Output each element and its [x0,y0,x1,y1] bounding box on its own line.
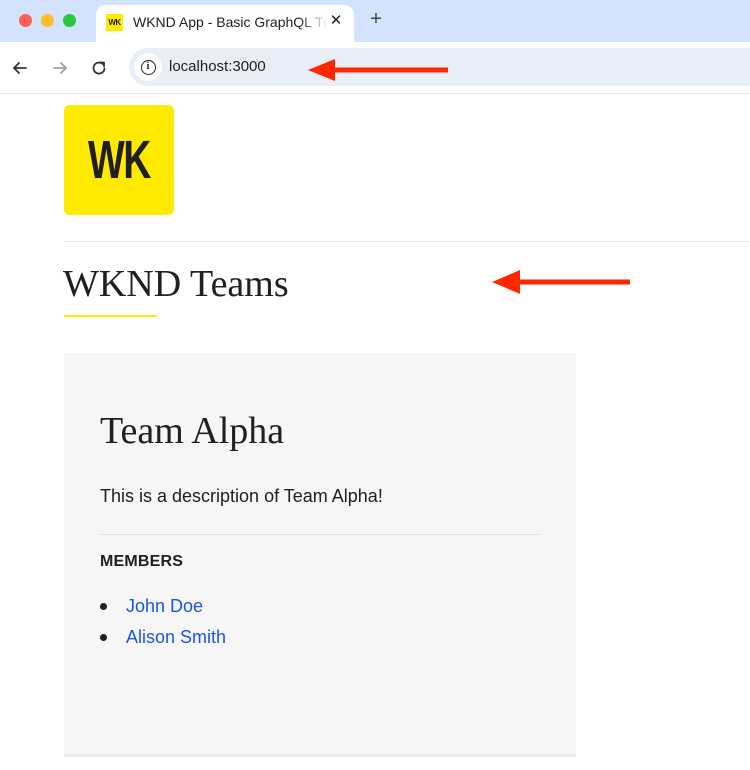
browser-tab[interactable]: WK WKND App - Basic GraphQL Tutorial ✕ [96,5,354,42]
team-description: This is a description of Team Alpha! [100,486,383,506]
plus-icon[interactable]: + [365,8,387,30]
page-title: WKND Teams [63,263,289,305]
bullet-icon [100,603,107,610]
logo-text: WK [88,130,151,190]
members-label: MEMBERS [100,553,184,570]
member-link-alison-smith[interactable]: Alison Smith [126,625,226,649]
member-link-john-doe[interactable]: John Doe [126,594,203,618]
info-icon[interactable]: i [134,53,162,81]
arrow-right-icon[interactable] [48,56,72,80]
tab-favicon-icon: WK [106,14,123,31]
team-divider [100,534,541,535]
annotation-arrow-page-title [492,270,630,294]
reload-icon[interactable] [87,56,111,80]
tab-title: WKND App - Basic GraphQL Tutorial [133,14,328,30]
arrow-left-icon[interactable] [8,56,32,80]
annotation-arrow-address-bar [308,59,448,81]
wknd-logo[interactable]: WK [64,105,174,215]
url-text[interactable]: localhost:3000 [169,58,266,75]
header-divider [64,241,750,242]
bullet-icon [100,634,107,641]
close-icon[interactable]: ✕ [326,11,346,31]
title-underline [64,315,157,317]
team-card: Team Alpha This is a description of Team… [64,353,576,757]
window-close-button[interactable] [19,14,32,27]
window-minimize-button[interactable] [41,14,54,27]
team-name: Team Alpha [100,410,285,452]
window-maximize-button[interactable] [63,14,76,27]
browser-tab-bar: WK WKND App - Basic GraphQL Tutorial ✕ + [0,0,750,42]
